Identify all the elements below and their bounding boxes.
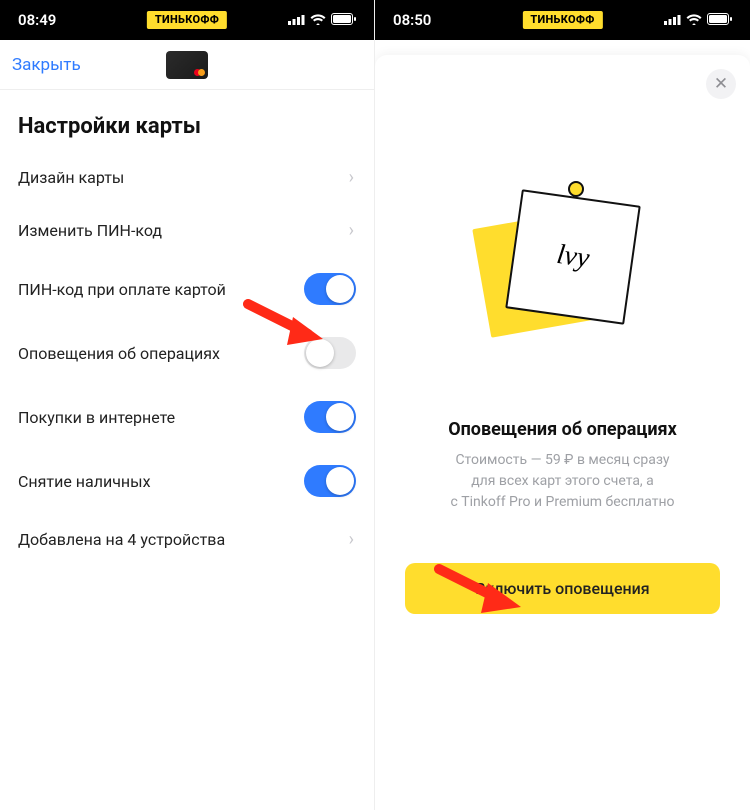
brand-badge: ТИНЬКОФФ (522, 11, 602, 29)
close-icon: ✕ (714, 76, 728, 93)
offer-modal: ✕ lvy Оповещения об операциях Стоимость … (375, 55, 750, 810)
status-time: 08:49 (18, 11, 56, 29)
row-card-design[interactable]: Дизайн карты › (18, 151, 356, 204)
row-change-pin[interactable]: Изменить ПИН-код › (18, 204, 356, 257)
chevron-right-icon: › (349, 529, 356, 550)
row-label: Изменить ПИН-код (18, 221, 162, 240)
toggle-notifications[interactable] (304, 337, 356, 369)
row-label: ПИН-код при оплате картой (18, 280, 226, 299)
wifi-icon (310, 11, 326, 29)
row-label: Снятие наличных (18, 472, 151, 491)
row-label: Добавлена на 4 устройства (18, 530, 225, 549)
battery-icon (707, 11, 732, 29)
chevron-right-icon: › (349, 167, 356, 188)
status-indicators (288, 11, 356, 29)
cellular-icon (288, 11, 305, 29)
close-button[interactable]: Закрыть (12, 55, 81, 75)
status-indicators (664, 11, 732, 29)
settings-section: Настройки карты Дизайн карты › Изменить … (0, 90, 374, 566)
row-internet-purchases: Покупки в интернете (18, 385, 356, 449)
sheet-header: Закрыть (0, 40, 374, 90)
brand-badge: ТИНЬКОФФ (147, 11, 227, 29)
row-pin-on-pay: ПИН-код при оплате картой (18, 257, 356, 321)
row-notifications: Оповещения об операциях (18, 321, 356, 385)
cellular-icon (664, 11, 681, 29)
row-label: Оповещения об операциях (18, 344, 220, 363)
battery-icon (331, 11, 356, 29)
card-thumbnail[interactable] (166, 51, 208, 79)
toggle-cash-withdrawal[interactable] (304, 465, 356, 497)
row-label: Дизайн карты (18, 168, 124, 187)
row-cash-withdrawal: Снятие наличных (18, 449, 356, 513)
toggle-pin-on-pay[interactable] (304, 273, 356, 305)
status-bar: 08:50 ТИНЬКОФФ (375, 0, 750, 40)
row-devices[interactable]: Добавлена на 4 устройства › (18, 513, 356, 566)
mastercard-icon (194, 69, 205, 76)
row-label: Покупки в интернете (18, 408, 175, 427)
modal-description: Стоимость — 59 ₽ в месяц сразу для всех … (393, 450, 732, 513)
sticky-note-illustration: lvy (473, 179, 653, 359)
status-time: 08:50 (393, 11, 431, 29)
screen-notifications-offer: 08:50 ТИНЬКОФФ ✕ lvy Оповещения об опера… (375, 0, 750, 810)
toggle-internet-purchases[interactable] (304, 401, 356, 433)
enable-notifications-button[interactable]: Включить оповещения (405, 563, 720, 614)
close-button[interactable]: ✕ (706, 69, 736, 99)
modal-title: Оповещения об операциях (393, 419, 732, 440)
status-bar: 08:49 ТИНЬКОФФ (0, 0, 374, 40)
chevron-right-icon: › (349, 220, 356, 241)
screen-card-settings: 08:49 ТИНЬКОФФ Закрыть Настройки карты Д… (0, 0, 375, 810)
section-title: Настройки карты (18, 114, 356, 139)
wifi-icon (686, 11, 702, 29)
